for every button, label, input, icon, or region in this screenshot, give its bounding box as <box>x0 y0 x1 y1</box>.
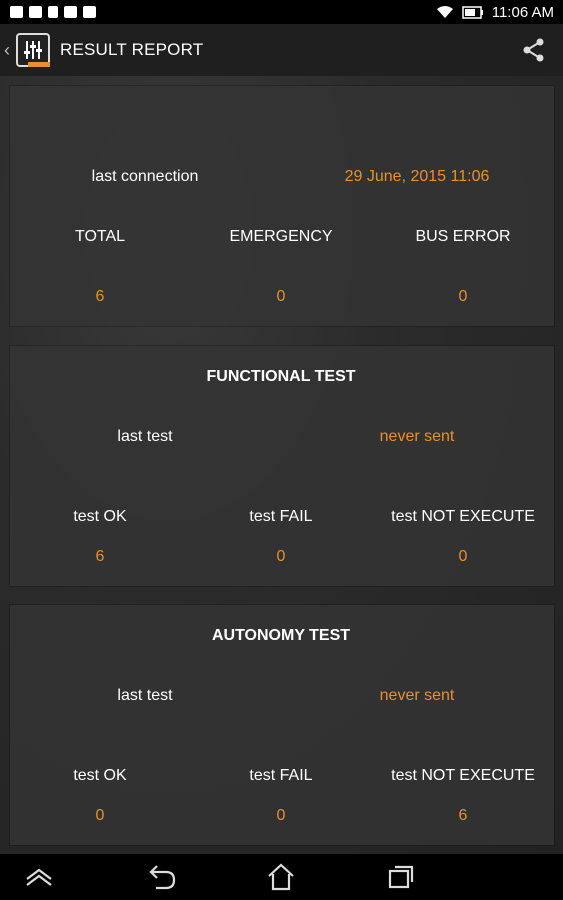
bag-icon <box>83 6 96 18</box>
navigation-bar <box>0 854 563 900</box>
bus-error-value: 0 <box>458 288 468 305</box>
autonomy-test-ok-label: test OK <box>73 767 127 784</box>
last-connection-value: 29 June, 2015 11:06 <box>344 168 490 185</box>
total-value: 6 <box>95 288 105 305</box>
emergency-value: 0 <box>276 288 286 305</box>
content: last connection 29 June, 2015 11:06 TOTA… <box>0 76 563 854</box>
notification-icons <box>0 6 96 18</box>
bus-error-label: BUS ERROR <box>415 228 511 245</box>
recents-icon[interactable] <box>386 862 416 892</box>
autonomy-test-not-execute-label: test NOT EXECUTE <box>391 767 535 784</box>
summary-card: last connection 29 June, 2015 11:06 TOTA… <box>10 86 554 326</box>
equalizer-app-icon[interactable] <box>16 33 50 67</box>
functional-test-ok-label: test OK <box>73 508 127 525</box>
action-bar: ‹ RESULT REPORT <box>0 24 563 76</box>
autonomy-last-test-label: last test <box>117 687 173 704</box>
home-icon[interactable] <box>266 862 296 892</box>
last-connection-label: last connection <box>91 168 199 185</box>
functional-last-test-value: never sent <box>379 428 455 445</box>
autonomy-test-not-execute-value: 6 <box>458 807 468 824</box>
functional-test-fail-value: 0 <box>276 548 286 565</box>
autonomy-test-fail-label: test FAIL <box>249 767 313 784</box>
back-chevron-icon[interactable]: ‹ <box>4 40 14 61</box>
store-icon <box>64 6 77 18</box>
autonomy-test-fail-value: 0 <box>276 807 286 824</box>
autonomy-test-ok-value: 0 <box>95 807 105 824</box>
total-label: TOTAL <box>74 228 126 245</box>
functional-last-test-label: last test <box>117 428 173 445</box>
share-icon[interactable] <box>521 37 547 63</box>
clock: 11:06 AM <box>491 3 554 21</box>
autonomy-test-card: AUTONOMY TEST last test never sent test … <box>10 605 554 845</box>
functional-test-not-execute-label: test NOT EXECUTE <box>391 508 535 525</box>
functional-test-fail-label: test FAIL <box>249 508 313 525</box>
wifi-icon <box>436 6 453 18</box>
status-bar: 11:06 AM <box>0 0 563 24</box>
battery-icon <box>461 5 483 19</box>
camera-icon <box>29 6 42 18</box>
functional-test-card: FUNCTIONAL TEST last test never sent tes… <box>10 346 554 586</box>
system-icons: 11:06 AM <box>436 4 563 21</box>
autonomy-last-test-value: never sent <box>379 687 455 704</box>
functional-test-title: FUNCTIONAL TEST <box>206 368 356 385</box>
autonomy-test-title: AUTONOMY TEST <box>211 627 351 644</box>
gallery-icon <box>10 6 23 18</box>
sdcard-icon <box>48 6 58 18</box>
page-title: RESULT REPORT <box>60 40 204 59</box>
emergency-label: EMERGENCY <box>229 228 333 245</box>
apps-up-icon[interactable] <box>24 862 54 892</box>
functional-test-not-execute-value: 0 <box>458 548 468 565</box>
screen: 11:06 AM ‹ RESULT REPORT last connection… <box>0 0 563 900</box>
functional-test-ok-value: 6 <box>95 548 105 565</box>
back-icon[interactable] <box>146 862 178 892</box>
